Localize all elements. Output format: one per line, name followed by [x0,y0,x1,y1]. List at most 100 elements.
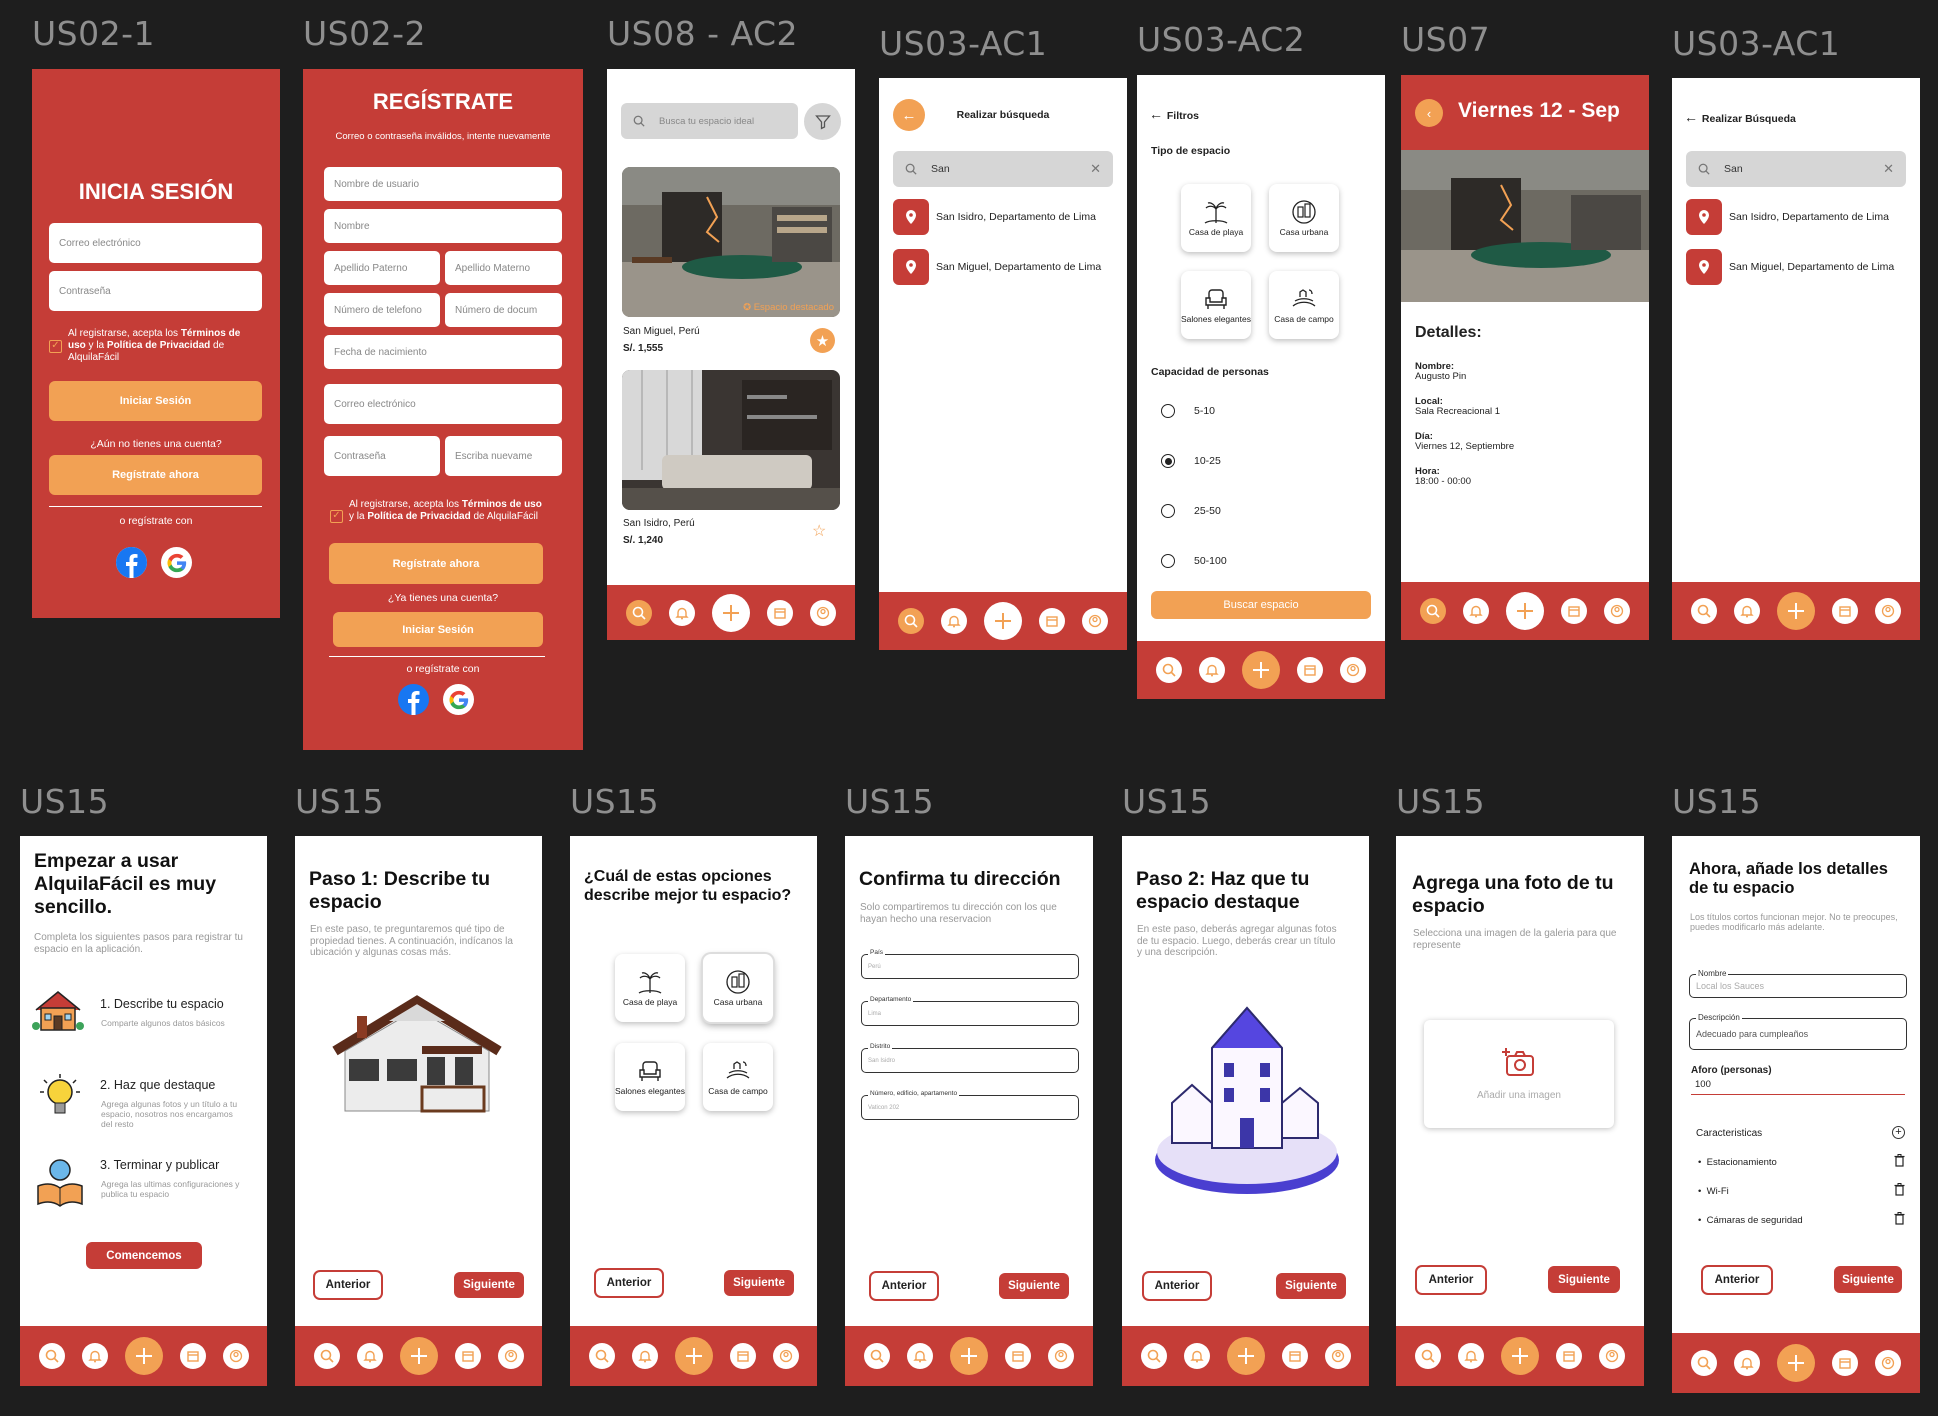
type-card-country[interactable]: Casa de campo [1269,271,1339,339]
nav-notifications[interactable] [1733,1350,1760,1376]
nav-notifications[interactable] [940,608,967,634]
nav-add[interactable] [124,1337,163,1375]
search-input[interactable]: San ✕ [893,151,1113,187]
nav-add[interactable] [1776,1344,1815,1382]
nav-profile[interactable] [1599,1343,1626,1369]
space-photo[interactable] [622,370,840,510]
register-button[interactable]: Regístrate ahora [329,543,543,584]
nav-calendar[interactable] [1832,598,1859,624]
nav-search[interactable] [38,1343,65,1369]
birthdate-input[interactable]: Fecha de nacimiento [324,335,562,369]
nav-calendar[interactable] [454,1343,481,1369]
nav-notifications[interactable] [1462,598,1489,624]
nav-profile[interactable] [810,599,837,626]
type-card-beach[interactable]: Casa de playa [1181,184,1251,252]
nav-add[interactable] [674,1337,713,1375]
nav-calendar[interactable] [1561,598,1588,624]
search-result[interactable]: San Isidro, Departamento de Lima [936,211,1096,223]
search-result[interactable]: San Miguel, Departamento de Lima [1729,261,1894,273]
nav-add[interactable] [1776,592,1815,630]
register-button[interactable]: Regístrate ahora [49,455,262,495]
nav-notifications[interactable] [356,1343,383,1369]
terms-checkbox[interactable]: ✓ [49,340,62,353]
name-input[interactable]: Nombre [324,209,562,243]
type-card-beach[interactable]: Casa de playa [615,954,685,1022]
nav-notifications[interactable] [906,1343,933,1369]
country-field[interactable]: País Perú [861,949,1079,979]
nav-notifications[interactable] [1198,657,1225,683]
nav-calendar[interactable] [1297,657,1324,683]
nav-notifications[interactable] [668,599,695,626]
nav-add[interactable] [983,602,1022,640]
nav-add[interactable] [1500,1337,1539,1375]
type-card-salon[interactable]: Salones elegantes [615,1043,685,1111]
prev-button[interactable]: Anterior [1701,1265,1773,1295]
email-input[interactable]: Correo electrónico [324,384,562,424]
nav-profile[interactable] [1604,598,1631,624]
prev-button[interactable]: Anterior [869,1271,939,1301]
password-input[interactable]: Contraseña [49,271,262,311]
nav-notifications[interactable] [1457,1343,1484,1369]
repeat-password-input[interactable]: Escriba nuevame [445,436,562,476]
document-input[interactable]: Número de docum [445,293,562,327]
nav-search[interactable] [897,608,924,634]
search-input[interactable]: Busca tu espacio ideal [621,103,798,139]
street-field[interactable]: Número, edificio, apartamento Vaticon 202 [861,1090,1079,1120]
prev-button[interactable]: Anterior [1142,1271,1212,1301]
nav-search[interactable] [625,599,652,626]
nav-notifications[interactable] [631,1343,658,1369]
nav-search[interactable] [1690,598,1717,624]
filter-button[interactable] [804,103,841,140]
type-card-country[interactable]: Casa de campo [703,1043,773,1111]
trash-icon[interactable] [1894,1183,1906,1197]
search-result[interactable]: San Isidro, Departamento de Lima [1729,211,1889,223]
nav-add[interactable] [711,593,750,632]
nav-notifications[interactable] [81,1343,108,1369]
nav-calendar[interactable] [179,1343,206,1369]
nav-add[interactable] [1226,1337,1265,1375]
nav-notifications[interactable] [1733,598,1760,624]
nav-calendar[interactable] [1005,1343,1032,1369]
add-feature-icon[interactable]: + [1892,1126,1905,1139]
nav-search[interactable] [1140,1343,1167,1369]
nav-add[interactable] [399,1337,438,1375]
radio-10-25[interactable] [1161,454,1175,468]
radio-25-50[interactable] [1161,504,1175,518]
phone-input[interactable]: Número de telefono [324,293,440,327]
next-button[interactable]: Siguiente [1548,1266,1620,1293]
email-input[interactable]: Correo electrónico [49,223,262,263]
nav-profile[interactable] [1048,1343,1075,1369]
google-icon[interactable] [443,684,474,715]
facebook-icon[interactable] [398,684,429,715]
prev-button[interactable]: Anterior [1415,1265,1487,1295]
username-input[interactable]: Nombre de usuario [324,167,562,201]
radio-5-10[interactable] [1161,404,1175,418]
nav-calendar[interactable] [1281,1343,1308,1369]
nav-add[interactable] [949,1337,988,1375]
nav-profile[interactable] [1340,657,1367,683]
facebook-icon[interactable] [116,547,147,578]
next-button[interactable]: Siguiente [999,1273,1069,1299]
type-card-salon[interactable]: Salones elegantes [1181,271,1251,339]
type-card-urban[interactable]: Casa urbana [1269,184,1339,252]
nav-search[interactable] [1155,657,1182,683]
lastname-materno-input[interactable]: Apellido Materno [445,251,562,285]
star-outline-icon[interactable]: ☆ [812,521,826,541]
nav-calendar[interactable] [1832,1350,1859,1376]
nav-search[interactable] [588,1343,615,1369]
next-button[interactable]: Siguiente [1834,1266,1902,1293]
search-button[interactable]: Buscar espacio [1151,591,1371,619]
next-button[interactable]: Siguiente [724,1270,794,1296]
nav-profile[interactable] [1082,608,1109,634]
name-field[interactable]: Nombre Local los Sauces [1689,969,1907,998]
nav-search[interactable] [863,1343,890,1369]
nav-calendar[interactable] [1556,1343,1583,1369]
nav-profile[interactable] [1324,1343,1351,1369]
department-field[interactable]: Departamento Lima [861,996,1079,1026]
nav-profile[interactable] [1875,1350,1902,1376]
description-field[interactable]: Descripción Adecuado para cumpleaños [1689,1013,1907,1050]
password-input[interactable]: Contraseña [324,436,440,476]
district-field[interactable]: Distrito San Isidro [861,1043,1079,1073]
back-button[interactable]: ‹ [1415,99,1443,127]
next-button[interactable]: Siguiente [1276,1273,1346,1299]
